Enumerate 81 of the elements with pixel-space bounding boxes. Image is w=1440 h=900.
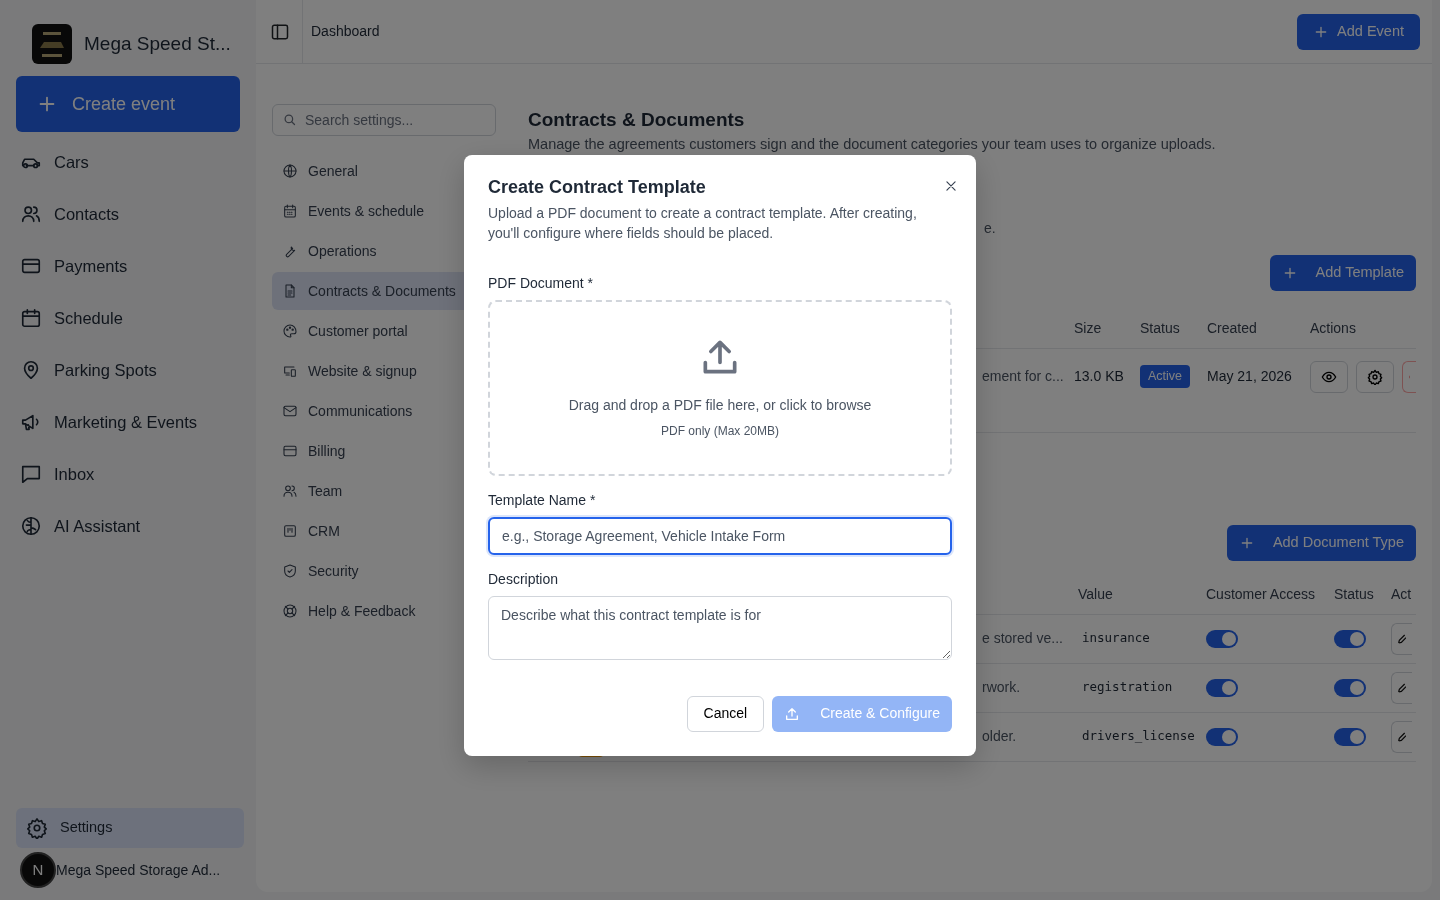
- sidebar-item[interactable]: Contacts: [16, 188, 244, 240]
- drop-hint: PDF only (Max 20MB): [661, 423, 779, 441]
- table-cell-text: rwork.: [982, 678, 1021, 698]
- cancel-button[interactable]: Cancel: [686, 695, 765, 732]
- brain-icon: [20, 515, 42, 537]
- toggle-switch[interactable]: [1334, 629, 1366, 648]
- toggle-switch[interactable]: [1206, 678, 1238, 697]
- board-icon: [282, 523, 298, 539]
- status-badge: Active: [1140, 365, 1191, 389]
- table-cell-text: older.: [982, 727, 1017, 747]
- devices-icon: [282, 363, 298, 379]
- shield-icon: [282, 563, 298, 579]
- lifebuoy-icon: [282, 603, 298, 619]
- settings-button[interactable]: [1356, 360, 1394, 393]
- section-description: e.: [984, 218, 996, 238]
- close-icon: [944, 178, 958, 193]
- settings-icon: [26, 817, 48, 839]
- mail-icon: [282, 403, 298, 419]
- modal-description: Upload a PDF document to create a contract template. After creating, you'll configure where fields should be placed.: [488, 203, 918, 243]
- sidebar-item[interactable]: Cars: [16, 136, 244, 188]
- column-header: Value: [1078, 584, 1113, 604]
- table-cell-text: registration: [1081, 678, 1173, 697]
- sidebar-item[interactable]: AI Assistant: [16, 500, 244, 552]
- search-field[interactable]: Search settings...: [272, 104, 496, 136]
- sidebar-item[interactable]: Schedule: [16, 292, 244, 344]
- template-name-field[interactable]: e.g., Storage Agreement, Vehicle Intake Form: [488, 516, 952, 555]
- sidebar-item[interactable]: Payments: [16, 240, 244, 292]
- table-cell-text: e stored ve...: [982, 629, 1063, 649]
- add-document-type-button[interactable]: Add Document Type: [1226, 524, 1416, 561]
- user-avatar[interactable]: N: [20, 852, 56, 888]
- add-event-button[interactable]: Add Event: [1297, 13, 1420, 50]
- table-cell-text: drivers_license: [1081, 727, 1195, 746]
- field-label: Template Name *: [488, 490, 597, 510]
- palette-icon: [282, 323, 298, 339]
- globe-icon: [282, 163, 298, 179]
- column-header: Status: [1140, 318, 1180, 338]
- column-header: Size: [1074, 318, 1102, 338]
- settings-item[interactable]: Settings: [16, 808, 244, 848]
- toggle-switch[interactable]: [1206, 727, 1238, 746]
- add-template-button[interactable]: Add Template: [1269, 254, 1416, 291]
- modal-title: Create Contract Template: [488, 177, 706, 199]
- sidebar-item[interactable]: Inbox: [16, 448, 244, 500]
- upload-icon: [784, 705, 801, 722]
- column-header: Status: [1334, 584, 1374, 604]
- table-cell-text: 13.0 KB: [1074, 367, 1124, 387]
- table-cell-text: insurance: [1081, 629, 1150, 648]
- calendar-icon: [20, 307, 42, 329]
- toggle-switch[interactable]: [1334, 727, 1366, 746]
- file-drop-zone[interactable]: Drag and drop a PDF file here, or click to browse PDF only (Max 20MB): [488, 299, 952, 476]
- chat-icon: [20, 463, 42, 485]
- toggle-switch[interactable]: [1334, 678, 1366, 697]
- sidebar-item[interactable]: Parking Spots: [16, 344, 244, 396]
- field-label: Description: [488, 569, 560, 589]
- document-icon: [282, 283, 298, 299]
- column-header: Act: [1391, 584, 1412, 604]
- column-header: Customer Access: [1206, 584, 1315, 604]
- create-event-button[interactable]: Create event: [16, 76, 240, 132]
- brand-name: Mega Speed St...: [84, 31, 231, 56]
- toggle-switch[interactable]: [1206, 629, 1238, 648]
- table-cell-text: May 21, 2026: [1207, 367, 1292, 387]
- edit-button[interactable]: [1391, 622, 1412, 655]
- credit-card-icon: [282, 443, 298, 459]
- search-icon: [282, 112, 297, 127]
- edit-button[interactable]: [1391, 671, 1412, 704]
- sidebar-item[interactable]: Marketing & Events: [16, 396, 244, 448]
- edit-button[interactable]: [1391, 720, 1412, 753]
- page-description: Manage the agreements customers sign and the document categories your team uses to organize uploads.: [528, 135, 1217, 154]
- column-header: Actions: [1310, 318, 1356, 338]
- user-name: Mega Speed Storage Ad...: [56, 860, 221, 880]
- table-cell-text: ement for c...: [982, 367, 1064, 387]
- view-button[interactable]: [1310, 360, 1348, 393]
- calendar-icon: [282, 203, 298, 219]
- people-icon: [20, 203, 42, 225]
- people-icon: [282, 483, 298, 499]
- description-field[interactable]: Describe what this contract template is for: [488, 595, 952, 660]
- gear-icon: [1367, 368, 1383, 385]
- page-title: Contracts & Documents: [528, 108, 746, 132]
- column-header: Created: [1207, 318, 1257, 338]
- drop-instructions: Drag and drop a PDF file here, or click to browse: [568, 396, 872, 416]
- breadcrumb: Dashboard: [311, 22, 380, 41]
- logo-icon: [32, 24, 72, 64]
